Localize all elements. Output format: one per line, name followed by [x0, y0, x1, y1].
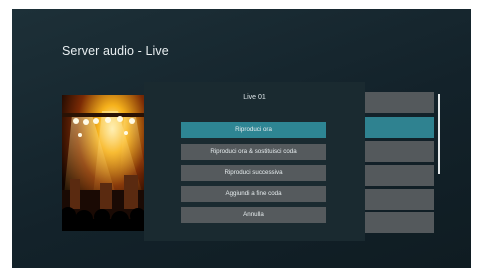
list-item[interactable]: [364, 165, 434, 186]
list-item[interactable]: [364, 92, 434, 113]
tv-screen: Server audio - Live Live 01 Riproduci or…: [12, 9, 471, 268]
play-now-button[interactable]: Riproduci ora: [181, 122, 326, 138]
dialog-title: Live 01: [243, 94, 266, 101]
page-title: Server audio - Live: [62, 44, 169, 58]
play-next-button[interactable]: Riproduci successiva: [181, 165, 326, 181]
add-to-queue-button[interactable]: Aggiundi a fine coda: [181, 186, 326, 202]
concert-image: [62, 95, 146, 231]
play-now-replace-queue-button[interactable]: Riproduci ora & sostituisci coda: [181, 144, 326, 160]
list-item[interactable]: [364, 141, 434, 162]
list-item[interactable]: [364, 189, 434, 210]
cancel-button[interactable]: Annulla: [181, 207, 326, 223]
list-item-selected[interactable]: [364, 117, 434, 138]
action-dialog: Live 01 Riproduci ora Riproduci ora & so…: [144, 82, 365, 241]
scrollbar[interactable]: [438, 94, 440, 174]
list-item[interactable]: [364, 212, 434, 233]
album-art[interactable]: [62, 95, 146, 231]
